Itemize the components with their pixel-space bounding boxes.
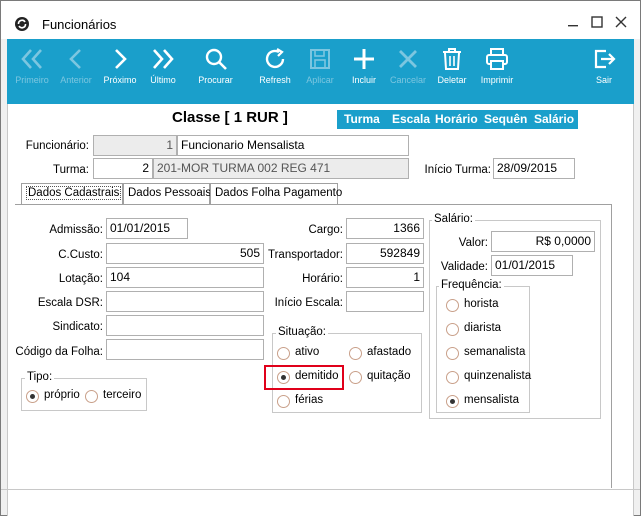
validade-field[interactable]: 01/01/2015: [491, 255, 573, 276]
nav-salario[interactable]: Salário: [534, 112, 574, 126]
admissao-label: Admissão:: [49, 224, 103, 236]
window-title: Funcionários: [42, 17, 117, 32]
situacao-label: Situação:: [276, 326, 328, 338]
codigo-folha-label: Código da Folha:: [15, 346, 103, 358]
sair-button[interactable]: Sair: [589, 39, 619, 104]
inicio-turma-field[interactable]: 28/09/2015: [493, 158, 575, 179]
radio-icon: [277, 347, 290, 360]
escala-dsr-label: Escala DSR:: [37, 297, 103, 309]
chevron-right-icon: [115, 49, 127, 69]
inicio-escala-label: Início Escala:: [274, 297, 343, 309]
tipo-label: Tipo:: [25, 371, 55, 383]
admissao-field[interactable]: 01/01/2015: [106, 218, 188, 239]
deletar-button[interactable]: Deletar: [432, 39, 472, 104]
nav-horario[interactable]: Horário: [435, 112, 478, 126]
radio-selected-icon: [26, 390, 39, 403]
transportador-field[interactable]: 592849: [346, 243, 424, 264]
radio-icon: [446, 347, 459, 360]
nav-turma[interactable]: Turma: [344, 112, 380, 126]
title-bar: Funcionários: [1, 1, 640, 39]
nav-sequencia[interactable]: Sequên: [484, 112, 527, 126]
close-icon: [399, 50, 417, 68]
lotacao-label: Lotação:: [58, 273, 103, 285]
tab-dados-cadastrais[interactable]: Dados Cadastrais: [21, 183, 123, 204]
codigo-folha-field[interactable]: [106, 339, 264, 360]
cargo-field[interactable]: 1366: [346, 218, 424, 239]
tab-dados-folha-pagamento[interactable]: Dados Folha Pagamento: [210, 183, 342, 204]
radio-icon: [446, 299, 459, 312]
minimize-icon[interactable]: [565, 14, 581, 30]
cancelar-button[interactable]: Cancelar: [387, 39, 429, 104]
toolbar: Primeiro Anterior Próximo Último Procura…: [7, 39, 634, 104]
valor-field[interactable]: R$ 0,0000: [491, 231, 595, 252]
double-chevron-right-icon: [153, 49, 174, 69]
related-nav-bar: Turma Escala Horário Sequên Salário: [337, 110, 578, 129]
tab-dados-pessoais[interactable]: Dados Pessoais: [123, 183, 211, 204]
ultimo-button[interactable]: Último: [143, 39, 183, 104]
sindicato-field[interactable]: [106, 315, 264, 336]
exit-icon: [594, 49, 616, 69]
close-window-icon[interactable]: [613, 14, 629, 30]
funcionario-label: Funcionário:: [25, 140, 89, 152]
turma-label: Turma:: [53, 164, 89, 176]
window: Funcionários Primeiro Anterior Próximo Ú…: [0, 0, 641, 516]
trash-icon: [443, 48, 461, 70]
funcionario-id-field[interactable]: 1: [93, 135, 177, 156]
radio-icon: [446, 371, 459, 384]
refresh-icon: [265, 48, 285, 69]
search-icon: [205, 48, 227, 70]
horario-label: Horário:: [302, 273, 343, 285]
classe-title: Classe [ 1 RUR ]: [172, 109, 288, 126]
proximo-button[interactable]: Próximo: [98, 39, 142, 104]
validade-label: Validade:: [440, 261, 488, 273]
nav-escala[interactable]: Escala: [392, 112, 430, 126]
cargo-label: Cargo:: [308, 224, 343, 236]
sindicato-label: Sindicato:: [52, 321, 103, 333]
inicio-turma-label: Início Turma:: [424, 164, 491, 176]
primeiro-button[interactable]: Primeiro: [7, 39, 57, 104]
printer-icon: [486, 48, 508, 70]
valor-label: Valor:: [458, 237, 488, 249]
divider: [1, 489, 640, 490]
turma-id-field[interactable]: 2: [93, 158, 153, 179]
escala-dsr-field[interactable]: [106, 291, 264, 312]
save-icon: [310, 49, 330, 69]
salario-label: Salário:: [432, 213, 475, 225]
inicio-escala-field[interactable]: [346, 291, 424, 312]
transportador-label: Transportador:: [268, 249, 343, 261]
double-chevron-left-icon: [21, 49, 42, 69]
ccusto-field[interactable]: 505: [106, 243, 264, 264]
anterior-button[interactable]: Anterior: [53, 39, 99, 104]
ccusto-label: C.Custo:: [58, 249, 103, 261]
radio-icon: [85, 390, 98, 403]
frequencia-label: Frequência:: [439, 279, 504, 291]
radio-icon: [349, 347, 362, 360]
incluir-button[interactable]: Incluir: [344, 39, 384, 104]
radio-icon: [349, 371, 362, 384]
radio-icon: [446, 323, 459, 336]
lotacao-field[interactable]: 104: [106, 267, 264, 288]
app-logo-icon: [15, 17, 29, 31]
radio-selected-icon: [446, 395, 459, 408]
plus-icon: [354, 49, 374, 69]
highlight-box: [264, 365, 344, 390]
procurar-button[interactable]: Procurar: [193, 39, 238, 104]
refresh-button[interactable]: Refresh: [255, 39, 295, 104]
maximize-icon[interactable]: [589, 14, 605, 30]
turma-description-field: 201-MOR TURMA 002 REG 471: [153, 158, 409, 179]
aplicar-button[interactable]: Aplicar: [300, 39, 340, 104]
chevron-left-icon: [69, 49, 81, 69]
funcionario-name-field[interactable]: Funcionario Mensalista: [177, 135, 409, 156]
imprimir-button[interactable]: Imprimir: [476, 39, 518, 104]
horario-field[interactable]: 1: [346, 267, 424, 288]
radio-icon: [277, 395, 290, 408]
